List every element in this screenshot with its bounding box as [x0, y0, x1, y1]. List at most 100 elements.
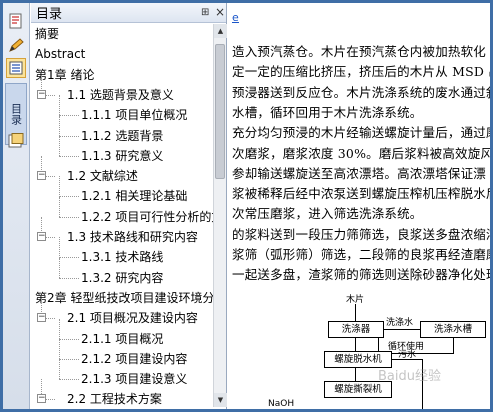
toc-item[interactable]: 第2章 轻型纸技改项目建设环境分	[35, 289, 213, 307]
tree-connector	[59, 135, 60, 157]
tree-connector	[59, 95, 60, 116]
toc-item[interactable]: 2.1.2 项目建设内容	[81, 350, 187, 368]
collapse-toggle-icon[interactable]: −	[37, 232, 46, 241]
document-text-line: 参却输送螺旋送至高浓漂塔。高浓漂塔保证漂	[232, 165, 487, 181]
toc-item-label: Abstract	[35, 47, 86, 62]
scroll-up-arrow-icon[interactable]: ▲	[214, 24, 227, 38]
tree-connector	[59, 338, 60, 360]
document-text-line: 浆筛（弧形筛）筛选，二段筛的良浆再经渣磨磨	[232, 247, 490, 262]
tree-connector	[59, 196, 60, 217]
document-text-line: 的浆料送到一段压力筛筛选，良浆送多盘浓缩浓	[232, 226, 490, 242]
toc-item[interactable]: 1.1.1 项目单位概况	[81, 106, 187, 124]
toc-item-label: 2.2 工程技术方案	[67, 392, 162, 407]
document-text-line: 充分均匀预浸的木片经输送螺旋计量后，通过磨	[232, 125, 490, 141]
document-text-line: 浆被稀释后经中浓泵送到螺旋压榨机压榨脱水后进	[232, 186, 490, 202]
tree-connector	[59, 155, 79, 157]
toc-item[interactable]: 1.1 选题背景及意义	[67, 86, 174, 104]
toc-item-label: 2.1.3 项目建设意义	[81, 372, 188, 387]
toc-item[interactable]: 1.1.3 研究意义	[81, 147, 163, 165]
tree-connector	[59, 216, 79, 218]
bookmark-icon[interactable]	[6, 11, 26, 31]
toc-item-label: 2.1.1 项目概况	[81, 331, 164, 346]
tree-connector	[59, 115, 60, 136]
diagram-box-washer: 洗涤器	[328, 321, 384, 338]
tree-connector	[59, 196, 79, 198]
diagram-connector	[355, 368, 356, 381]
diagram-box-wash-tank: 洗涤水槽	[420, 321, 486, 338]
tree-connector	[59, 176, 60, 197]
toc-item[interactable]: Abstract	[35, 45, 85, 63]
toc-item[interactable]: 2.1.3 项目建设意义	[81, 370, 187, 388]
tree-connector	[59, 277, 79, 279]
collapse-toggle-icon[interactable]: −	[37, 171, 46, 181]
diagram-connector	[355, 338, 356, 351]
toc-panel: 目录 ⊞ × 摘要 Abstract 第1章 绪论 1.1 选题背景及意义 − 1.1.1…	[31, 3, 227, 409]
application-window: 目录 目录 ⊞ × 摘要 Abstract 第1章 绪论 1.1 选题背景及意义 − 1.…	[0, 0, 493, 412]
diagram-label-naoh: NaOH	[268, 399, 295, 409]
toc-item[interactable]: 1.3.1 技术路线	[81, 248, 163, 266]
tree-connector	[59, 379, 79, 381]
diagram-label-wash-water: 洗涤水	[386, 318, 414, 328]
diagram-connector	[384, 329, 420, 330]
toc-item-label: 2.1.2 项目建设内容	[81, 351, 188, 366]
toc-tree: 摘要 Abstract 第1章 绪论 1.1 选题背景及意义 − 1.1.1 项目单位概况…	[31, 24, 213, 407]
collapse-toggle-icon[interactable]: −	[37, 313, 46, 323]
toc-item[interactable]: 2.1 项目概况及建设内容	[67, 309, 198, 327]
document-text-line: 次常压磨浆，进入筛选洗涤系统。	[232, 206, 423, 222]
tree-connector	[59, 135, 79, 137]
tree-connector	[59, 318, 60, 339]
tree-connector	[59, 257, 79, 259]
tree-connector	[59, 237, 60, 258]
toc-item[interactable]: 摘要	[35, 25, 59, 43]
toc-item-label: 1.2.2 项目可行性分析的文	[81, 209, 213, 224]
diagram-label-waste-water: 污水	[398, 350, 417, 360]
toc-item-label: 第2章 轻型纸技改项目建设环境分	[35, 290, 213, 305]
toc-item-label: 1.1.2 选题背景	[81, 128, 164, 143]
scrollbar-thumb[interactable]	[215, 44, 225, 179]
toc-title: 目录	[36, 7, 63, 22]
toc-item[interactable]: 1.2.2 项目可行性分析的文	[81, 208, 213, 226]
toc-item-label: 摘要	[35, 27, 60, 41]
document-text-line: 水槽，循环回用于木片洗涤系统。	[232, 104, 423, 120]
tree-connector	[59, 338, 79, 340]
collapse-toggle-icon[interactable]: −	[37, 394, 46, 404]
toc-item-label: 1.1 选题背景及意义	[67, 87, 174, 102]
diagram-connector	[453, 338, 454, 354]
collapse-toggle-icon[interactable]: −	[37, 89, 46, 99]
toc-header: 目录 ⊞ ×	[31, 3, 226, 23]
diagram-connector	[355, 304, 356, 321]
toc-item-label: 1.1.1 项目单位概况	[81, 108, 188, 123]
toc-item[interactable]: 2.2 工程技术方案	[67, 390, 162, 407]
document-text-line: 预浸器送到反应仓。木片洗涤系统的废水通过斜	[232, 84, 490, 100]
tree-connector	[59, 359, 60, 380]
outline-icon[interactable]	[6, 58, 26, 78]
close-icon[interactable]: ×	[215, 5, 225, 19]
toc-item[interactable]: 1.3 技术路线和研究内容	[67, 228, 198, 246]
toc-item[interactable]: 1.1.2 选题背景	[81, 127, 163, 145]
document-text-line: 一起送多盘，渣浆筛的筛选则送除砂器净化处理	[232, 267, 490, 283]
page-thumbnail-icon[interactable]	[6, 131, 26, 151]
toc-item-label: 1.3.1 技术路线	[81, 250, 164, 265]
scroll-down-arrow-icon[interactable]: ▼	[214, 393, 227, 407]
document-link[interactable]: e	[232, 11, 239, 24]
toc-item[interactable]: 1.2.1 相关理论基础	[81, 187, 187, 205]
navigation-icon-strip: 目录	[3, 3, 30, 409]
toc-item-label: 第1章 绪论	[35, 67, 95, 82]
tree-connector	[59, 115, 79, 117]
pin-icon[interactable]: ⊞	[201, 7, 209, 18]
watermark: Baidu经验	[378, 369, 441, 384]
toc-item[interactable]: 1.3.2 研究内容	[81, 269, 163, 287]
document-text-line: 造入预汽蒸仓。木片在预汽蒸仓内被加热软化	[232, 44, 487, 59]
document-view[interactable]: e 造入预汽蒸仓。木片在预汽蒸仓内被加热软化 定一定的压缩比挤压，挤压后的木片从 …	[228, 3, 490, 409]
toc-item-label: 1.2 文献综述	[67, 169, 138, 184]
toc-item-label: 2.1 项目概况及建设内容	[67, 311, 198, 326]
toc-item[interactable]: 2.1.1 项目概况	[81, 330, 163, 348]
toc-scrollbar[interactable]: ▲ ▼	[213, 24, 227, 407]
tree-connector	[59, 358, 79, 360]
document-text-line: 定一定的压缩比挤压，挤压后的木片从 MSD 出口	[232, 64, 490, 80]
toc-item[interactable]: 第1章 绪论	[35, 66, 94, 84]
tree-connector	[59, 257, 60, 278]
toc-item-label: 1.3 技术路线和研究内容	[67, 230, 198, 244]
pencil-icon[interactable]	[6, 35, 26, 55]
toc-item[interactable]: 1.2 文献综述	[67, 167, 138, 185]
